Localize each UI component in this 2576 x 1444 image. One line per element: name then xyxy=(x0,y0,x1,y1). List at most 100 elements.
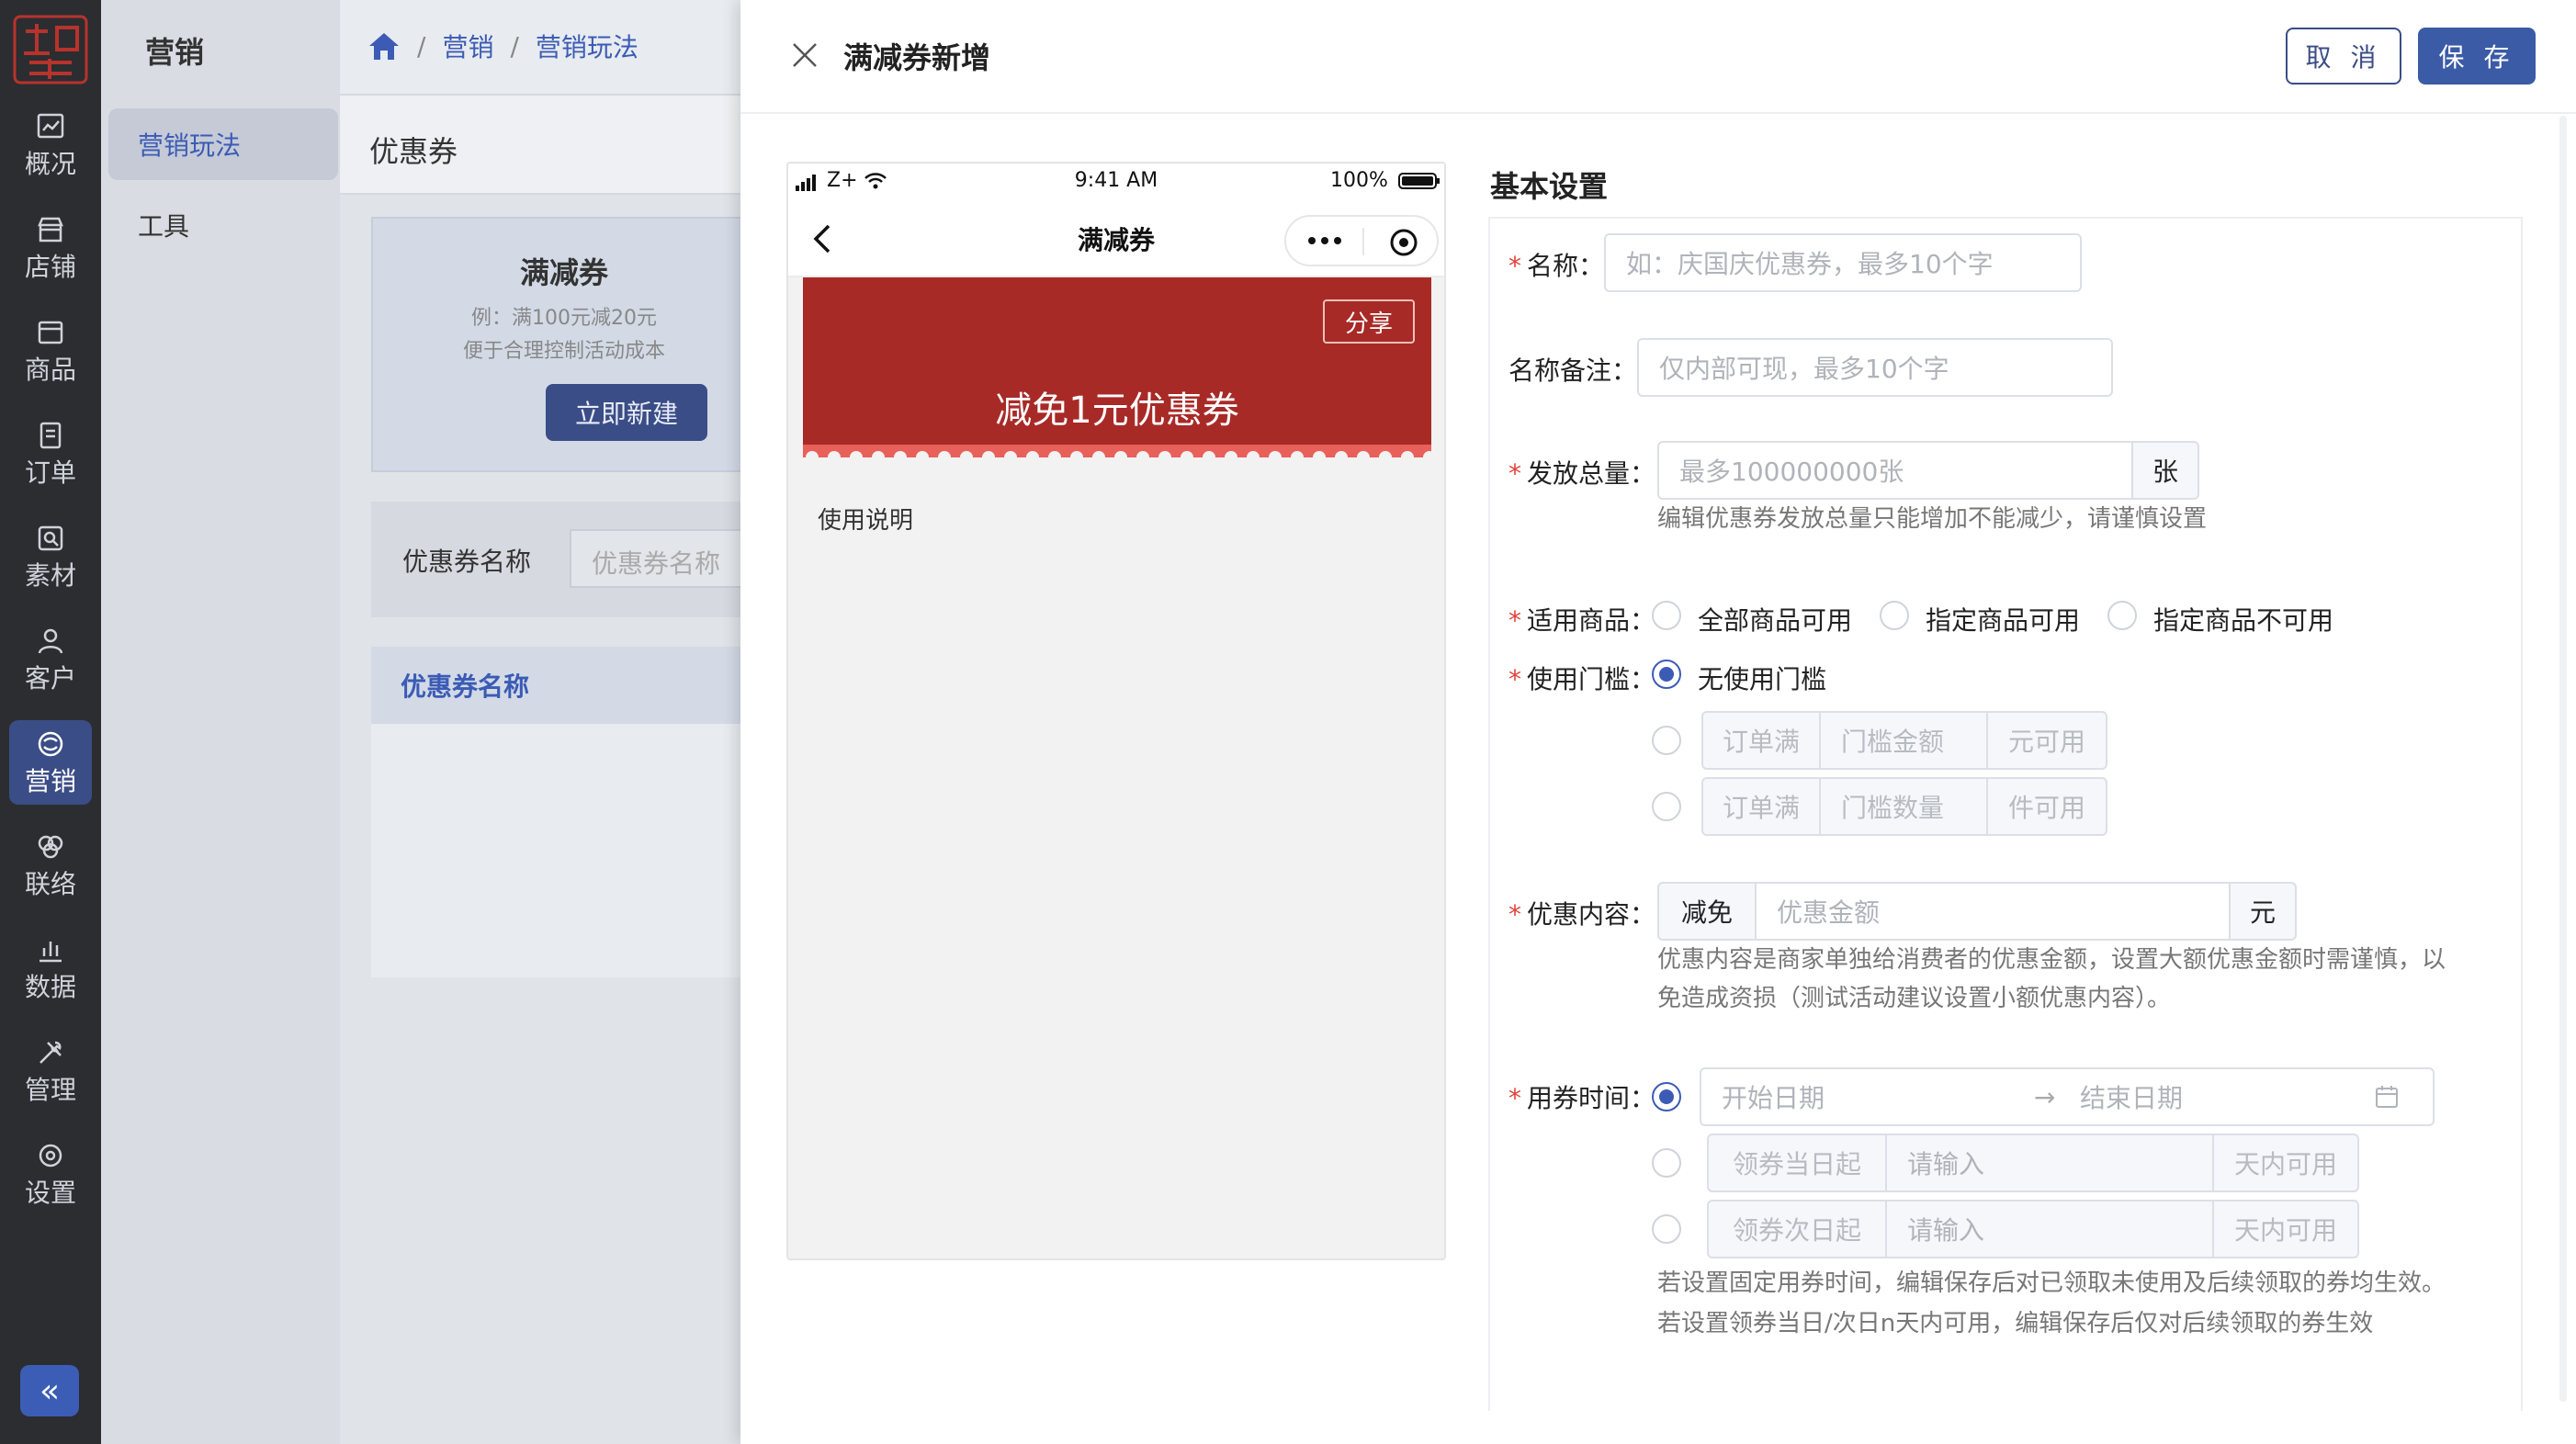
subnav-label: 工具 xyxy=(138,211,190,242)
next-day-input[interactable]: 请输入 xyxy=(1885,1200,2214,1258)
share-button[interactable]: 分享 xyxy=(1323,299,1415,344)
nav-marketing[interactable]: 营销 xyxy=(9,720,92,805)
discount-label: * 优惠内容： xyxy=(1508,899,1656,930)
breadcrumb-marketing-play[interactable]: 营销玩法 xyxy=(536,28,638,64)
card-desc-1: 例：满100元减20元 xyxy=(471,307,657,330)
card-desc-2: 便于合理控制活动成本 xyxy=(462,340,665,363)
cancel-button[interactable]: 取 消 xyxy=(2286,28,2401,85)
goods-excluded-radio[interactable] xyxy=(2107,601,2137,630)
time-label: * 用券时间： xyxy=(1508,1083,1656,1113)
home-icon[interactable] xyxy=(367,30,401,62)
time-same-day-radio[interactable] xyxy=(1652,1148,1681,1178)
battery-icon xyxy=(1398,173,1440,189)
settings-icon xyxy=(39,1144,62,1168)
end-date-input[interactable]: 结束日期 xyxy=(2080,1078,2374,1115)
threshold-count-prefix: 订单满 xyxy=(1701,777,1821,836)
brand-logo xyxy=(13,15,88,85)
threshold-amount-radio[interactable] xyxy=(1652,726,1681,755)
goods-all-label: 全部商品可用 xyxy=(1698,605,1853,636)
time-hint-2: 若设置领券当日/次日n天内可用，编辑保存后仅对后续领取的券生效 xyxy=(1657,1310,2374,1337)
discount-prefix: 减免 xyxy=(1657,882,1757,941)
name-input[interactable]: 如：庆国庆优惠券，最多10个字 xyxy=(1604,233,2082,292)
filter-bar: 优惠券名称 优惠券名称 xyxy=(371,502,772,617)
goods-label: * 适用商品： xyxy=(1508,605,1656,636)
goods-excluded-label: 指定商品不可用 xyxy=(2153,605,2334,636)
coupon-table: 优惠券名称 xyxy=(371,647,757,977)
total-input[interactable]: 最多100000000张 xyxy=(1657,441,2133,500)
nav-products[interactable]: 商品 xyxy=(9,309,92,393)
same-day-input[interactable]: 请输入 xyxy=(1885,1134,2214,1192)
subnav-item-tools[interactable]: 工具 xyxy=(108,189,338,261)
threshold-count-input[interactable]: 门槛数量 xyxy=(1819,777,1988,836)
nav-label: 营销 xyxy=(24,766,76,796)
calendar-icon[interactable] xyxy=(2374,1084,2400,1110)
contact-icon xyxy=(38,835,63,859)
collapse-sidebar-button[interactable]: « xyxy=(20,1365,79,1416)
nav-customers[interactable]: 客户 xyxy=(9,617,92,702)
table-header: 优惠券名称 xyxy=(371,647,757,724)
goods-specified-radio[interactable] xyxy=(1880,601,1909,630)
marketing-icon xyxy=(38,731,63,757)
create-now-button[interactable]: 立即新建 xyxy=(546,384,707,441)
battery-percent: 100% xyxy=(1330,169,1388,192)
nav-settings[interactable]: 设置 xyxy=(9,1132,92,1216)
nav-contact[interactable]: 联络 xyxy=(9,823,92,908)
start-date-input[interactable]: 开始日期 xyxy=(1722,1078,2034,1115)
threshold-amount-input[interactable]: 门槛金额 xyxy=(1819,711,1988,770)
nav-data[interactable]: 数据 xyxy=(9,926,92,1010)
nav-label: 客户 xyxy=(24,663,76,694)
discount-unit: 元 xyxy=(2229,882,2297,941)
close-icon[interactable] xyxy=(790,40,819,70)
nav-materials[interactable]: 素材 xyxy=(9,514,92,599)
breadcrumb: / 营销 / 营销玩法 xyxy=(367,28,638,64)
remark-label: 名称备注： xyxy=(1508,355,1638,386)
main-sidebar: 概况 店铺 商品 订单 素材 客户 营销 联络 数据 管理 设置 « xyxy=(0,0,101,1444)
drawer-header: 满减券新增 取 消 保 存 xyxy=(740,0,2576,114)
discount-amount-input[interactable]: 优惠金额 xyxy=(1755,882,2231,941)
phone-preview: Z+ 9:41 AM 100% 满减券 分享 减免1元优惠券 使用说明 xyxy=(786,162,1446,1260)
card-title: 满减券 xyxy=(519,255,608,290)
time-fixed-radio[interactable] xyxy=(1652,1082,1681,1111)
remark-input[interactable]: 仅内部可现，最多10个字 xyxy=(1637,338,2113,397)
table-header-name: 优惠券名称 xyxy=(401,671,530,702)
subnav-label: 营销玩法 xyxy=(138,130,242,161)
threshold-none-radio[interactable] xyxy=(1652,660,1681,689)
save-button[interactable]: 保 存 xyxy=(2418,28,2536,85)
phone-nav-bar: 满减券 xyxy=(788,200,1444,277)
nav-overview[interactable]: 概况 xyxy=(9,103,92,187)
close-mini-program-icon[interactable] xyxy=(1389,228,1418,257)
phone-status-bar: Z+ 9:41 AM 100% xyxy=(788,164,1444,200)
more-dots-icon[interactable] xyxy=(1306,231,1343,250)
threshold-none-label: 无使用门槛 xyxy=(1698,664,1827,694)
threshold-amount-suffix: 元可用 xyxy=(1986,711,2107,770)
nav-label: 设置 xyxy=(24,1178,76,1208)
goods-all-radio[interactable] xyxy=(1652,601,1681,630)
time-hint-1: 若设置固定用券时间，编辑保存后对已领取未使用及后续领取的券均生效。 xyxy=(1657,1269,2446,1297)
tools-icon xyxy=(40,1041,62,1064)
scrollbar[interactable] xyxy=(2558,116,2569,1402)
nav-label: 数据 xyxy=(24,972,76,1002)
threshold-count-radio[interactable] xyxy=(1652,792,1681,821)
nav-label: 订单 xyxy=(24,457,76,488)
data-icon xyxy=(40,942,62,963)
date-range-picker[interactable]: 开始日期 → 结束日期 xyxy=(1700,1067,2435,1126)
create-coupon-drawer: 满减券新增 取 消 保 存 Z+ 9:41 AM 100% 满减券 分享 减免1… xyxy=(740,0,2576,1444)
time-next-day-radio[interactable] xyxy=(1652,1214,1681,1244)
double-chevron-left-icon: « xyxy=(39,1371,61,1410)
coupon-amount: 减免1元优惠券 xyxy=(995,389,1239,432)
nav-manage[interactable]: 管理 xyxy=(9,1029,92,1113)
breadcrumb-marketing[interactable]: 营销 xyxy=(442,28,493,64)
threshold-count-suffix: 件可用 xyxy=(1986,777,2107,836)
nav-orders[interactable]: 订单 xyxy=(9,412,92,496)
coupon-edge-decoration xyxy=(803,445,1431,457)
product-icon xyxy=(38,321,63,344)
total-unit: 张 xyxy=(2131,441,2199,500)
coupon-preview: 分享 减免1元优惠券 xyxy=(803,277,1431,457)
nav-store[interactable]: 店铺 xyxy=(9,206,92,290)
nav-label: 联络 xyxy=(24,869,76,899)
drawer-title: 满减券新增 xyxy=(843,40,991,75)
subnav-item-marketing-play[interactable]: 营销玩法 xyxy=(108,108,338,180)
next-day-prefix: 领券次日起 xyxy=(1707,1200,1887,1258)
nav-label: 概况 xyxy=(24,149,76,179)
same-day-suffix: 天内可用 xyxy=(2212,1134,2359,1192)
